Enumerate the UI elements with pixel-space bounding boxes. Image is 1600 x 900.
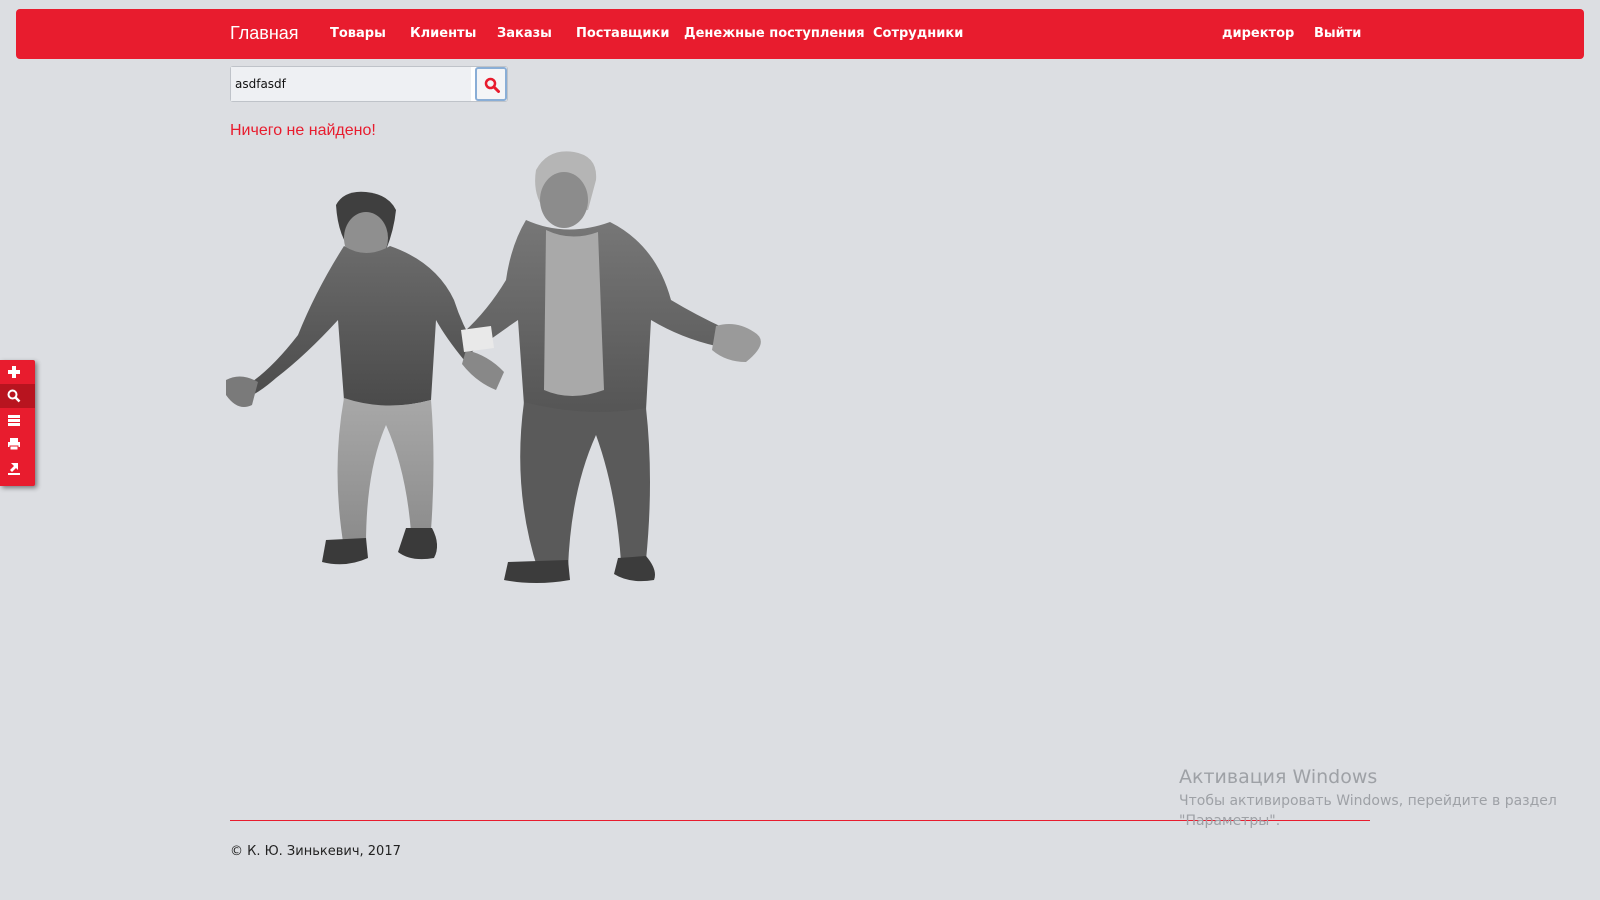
windows-activation-text: Чтобы активировать Windows, перейдите в …: [1179, 793, 1557, 829]
plus-icon: [8, 366, 20, 378]
nav-link-products[interactable]: Товары: [330, 26, 386, 41]
export-icon: [8, 463, 20, 475]
not-found-message: Ничего не найдено!: [230, 122, 376, 139]
right-man-figure: [461, 151, 761, 583]
footer-copyright: © К. Ю. Зинькевич, 2017: [230, 844, 401, 859]
search-icon: [7, 389, 21, 403]
top-navbar: Главная Товары Клиенты Заказы Поставщики…: [16, 9, 1584, 59]
search-form: [230, 66, 508, 102]
list-icon: [8, 415, 20, 426]
find-button[interactable]: [0, 384, 35, 408]
nav-link-orders[interactable]: Заказы: [497, 26, 552, 41]
nav-link-suppliers[interactable]: Поставщики: [576, 26, 669, 41]
two-men-shrugging-image: [226, 151, 761, 583]
add-button[interactable]: [0, 360, 35, 384]
nav-user-link[interactable]: директор: [1222, 26, 1294, 41]
side-toolbar: [0, 360, 35, 486]
nav-home-link[interactable]: Главная: [230, 23, 299, 44]
nav-logout-link[interactable]: Выйти: [1314, 26, 1361, 41]
export-button[interactable]: [0, 456, 35, 480]
nav-link-employees[interactable]: Сотрудники: [873, 26, 963, 41]
print-button[interactable]: [0, 432, 35, 456]
nav-link-clients[interactable]: Клиенты: [410, 26, 476, 41]
windows-activation-title: Активация Windows: [1179, 766, 1378, 788]
print-icon: [8, 438, 20, 451]
search-button[interactable]: [475, 67, 507, 101]
nav-link-payments[interactable]: Денежные поступления: [684, 26, 865, 41]
list-button[interactable]: [0, 408, 35, 432]
search-icon: [484, 77, 500, 93]
search-input[interactable]: [231, 67, 471, 101]
left-man-figure: [226, 191, 504, 565]
